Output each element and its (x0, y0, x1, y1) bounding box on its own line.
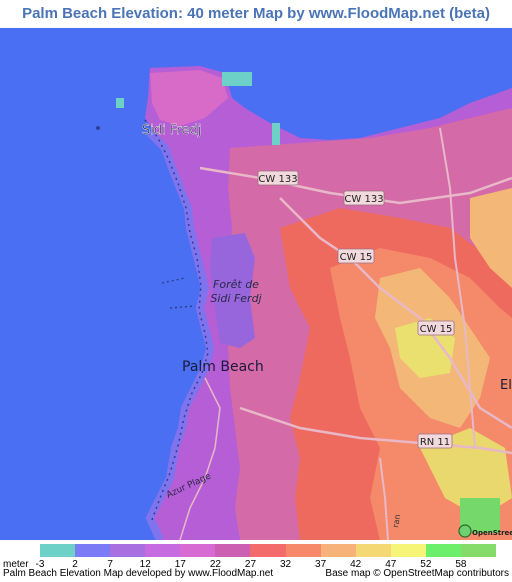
place-sidi-fredj: Sidi Fredj (142, 123, 201, 138)
legend-swatch (215, 544, 251, 557)
legend-swatch (390, 544, 426, 557)
place-palm-beach: Palm Beach (182, 359, 264, 375)
legend-swatch (110, 544, 146, 557)
road-shield-cw15-a[interactable]: CW 15 (337, 248, 375, 264)
legend-swatch (425, 544, 461, 557)
legend-swatch (460, 544, 496, 557)
islet (96, 126, 100, 130)
magnifier-icon (458, 524, 472, 538)
legend-swatch (40, 544, 76, 557)
legend-swatch (320, 544, 356, 557)
osm-logo-text: OpenStreetMap (472, 529, 512, 537)
page-title: Palm Beach Elevation: 40 meter Map by ww… (22, 5, 490, 22)
road-label: RN 11 (420, 437, 450, 448)
elevation-map[interactable]: CW 133 CW 133 CW 15 CW 15 RN 11 Sidi Fre… (0, 28, 512, 540)
place-foret-line2: Sidi Ferdj (210, 292, 262, 305)
legend-swatch (75, 544, 111, 557)
elevation-legend: meter -3 2 7 12 17 22 27 32 37 42 47 52 58 (0, 541, 512, 571)
legend-swatch (355, 544, 391, 557)
teal-patch-1 (222, 72, 252, 86)
legend-swatch (285, 544, 321, 557)
road-shield-cw15-b[interactable]: CW 15 (417, 320, 455, 336)
road-shield-rn11[interactable]: RN 11 (417, 433, 453, 449)
footer-attribution[interactable]: Base map © OpenStreetMap contributors (325, 568, 509, 579)
road-shield-cw133-b[interactable]: CW 133 (343, 190, 385, 206)
place-foret-line1: Forêt de (213, 278, 259, 291)
teal-patch-2 (116, 98, 124, 108)
road-shield-cw133-a[interactable]: CW 133 (257, 170, 299, 186)
footer-credit: Palm Beach Elevation Map developed by ww… (3, 568, 274, 579)
road-label: CW 15 (420, 324, 453, 335)
legend-swatch (145, 544, 181, 557)
road-label: CW 133 (258, 174, 297, 185)
place-el: El (500, 378, 512, 393)
road-label: CW 15 (340, 252, 373, 263)
legend-swatch (250, 544, 286, 557)
road-label: CW 133 (344, 194, 383, 205)
teal-patch-3 (272, 123, 280, 145)
legend-swatch (180, 544, 216, 557)
legend-tick-label: 32 (279, 559, 292, 570)
